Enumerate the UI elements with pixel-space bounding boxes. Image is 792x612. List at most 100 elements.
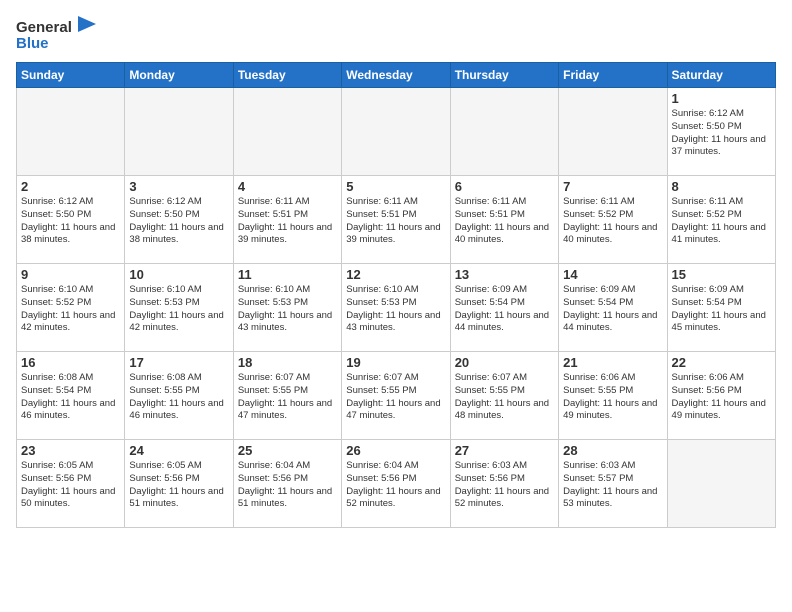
calendar-cell: 15Sunrise: 6:09 AM Sunset: 5:54 PM Dayli…	[667, 264, 775, 352]
day-number: 17	[129, 355, 228, 370]
calendar-cell: 5 Sunrise: 6:11 AM Sunset: 5:51 PM Daylig…	[342, 176, 450, 264]
day-info: Sunrise: 6:08 AM Sunset: 5:54 PM Dayligh…	[21, 372, 120, 423]
calendar-cell: 2 Sunrise: 6:12 AM Sunset: 5:50 PM Daylig…	[17, 176, 125, 264]
calendar-cell	[125, 88, 233, 176]
calendar-week-2: 2 Sunrise: 6:12 AM Sunset: 5:50 PM Daylig…	[17, 176, 776, 264]
calendar-table: SundayMondayTuesdayWednesdayThursdayFrid…	[16, 62, 776, 528]
calendar-cell: 12Sunrise: 6:10 AM Sunset: 5:53 PM Dayli…	[342, 264, 450, 352]
day-number: 20	[455, 355, 554, 370]
day-number: 12	[346, 267, 445, 282]
calendar-cell: 26 Sunrise: 6:04 AM Sunset: 5:56 PM Dayli…	[342, 440, 450, 528]
day-number: 1	[672, 91, 771, 106]
day-info: Sunrise: 6:04 AM Sunset: 5:56 PM Dayligh…	[238, 460, 337, 511]
day-number: 11	[238, 267, 337, 282]
day-info: Sunrise: 6:11 AM Sunset: 5:51 PM Dayligh…	[346, 196, 445, 247]
calendar-cell: 9 Sunrise: 6:10 AM Sunset: 5:52 PM Daylig…	[17, 264, 125, 352]
day-number: 10	[129, 267, 228, 282]
day-info: Sunrise: 6:12 AM Sunset: 5:50 PM Dayligh…	[672, 108, 771, 159]
calendar-cell	[559, 88, 667, 176]
day-number: 18	[238, 355, 337, 370]
day-number: 23	[21, 443, 120, 458]
day-info: Sunrise: 6:05 AM Sunset: 5:56 PM Dayligh…	[129, 460, 228, 511]
calendar-body: 1 Sunrise: 6:12 AM Sunset: 5:50 PM Daylig…	[17, 88, 776, 528]
calendar-cell	[342, 88, 450, 176]
weekday-header-thursday: Thursday	[450, 63, 558, 88]
calendar-cell: 27Sunrise: 6:03 AM Sunset: 5:56 PM Dayli…	[450, 440, 558, 528]
day-number: 14	[563, 267, 662, 282]
page-header: GeneralBlue	[16, 16, 776, 54]
calendar-cell: 17 Sunrise: 6:08 AM Sunset: 5:55 PM Dayli…	[125, 352, 233, 440]
day-info: Sunrise: 6:10 AM Sunset: 5:53 PM Dayligh…	[129, 284, 228, 335]
day-info: Sunrise: 6:07 AM Sunset: 5:55 PM Dayligh…	[455, 372, 554, 423]
day-number: 3	[129, 179, 228, 194]
day-info: Sunrise: 6:07 AM Sunset: 5:55 PM Dayligh…	[238, 372, 337, 423]
calendar-cell: 11 Sunrise: 6:10 AM Sunset: 5:53 PM Dayli…	[233, 264, 341, 352]
weekday-header-saturday: Saturday	[667, 63, 775, 88]
day-number: 27	[455, 443, 554, 458]
svg-text:Blue: Blue	[16, 35, 49, 52]
day-info: Sunrise: 6:09 AM Sunset: 5:54 PM Dayligh…	[455, 284, 554, 335]
calendar-week-1: 1 Sunrise: 6:12 AM Sunset: 5:50 PM Daylig…	[17, 88, 776, 176]
day-info: Sunrise: 6:12 AM Sunset: 5:50 PM Dayligh…	[21, 196, 120, 247]
day-info: Sunrise: 6:05 AM Sunset: 5:56 PM Dayligh…	[21, 460, 120, 511]
calendar-cell: 28 Sunrise: 6:03 AM Sunset: 5:57 PM Dayli…	[559, 440, 667, 528]
calendar-cell: 3 Sunrise: 6:12 AM Sunset: 5:50 PM Daylig…	[125, 176, 233, 264]
day-number: 5	[346, 179, 445, 194]
day-info: Sunrise: 6:11 AM Sunset: 5:51 PM Dayligh…	[455, 196, 554, 247]
day-info: Sunrise: 6:11 AM Sunset: 5:52 PM Dayligh…	[672, 196, 771, 247]
calendar-cell: 20 Sunrise: 6:07 AM Sunset: 5:55 PM Dayli…	[450, 352, 558, 440]
day-info: Sunrise: 6:12 AM Sunset: 5:50 PM Dayligh…	[129, 196, 228, 247]
svg-text:General: General	[16, 19, 72, 36]
calendar-week-4: 16 Sunrise: 6:08 AM Sunset: 5:54 PM Dayli…	[17, 352, 776, 440]
day-number: 8	[672, 179, 771, 194]
calendar-cell: 10 Sunrise: 6:10 AM Sunset: 5:53 PM Dayli…	[125, 264, 233, 352]
calendar-cell: 19 Sunrise: 6:07 AM Sunset: 5:55 PM Dayli…	[342, 352, 450, 440]
day-number: 6	[455, 179, 554, 194]
day-number: 19	[346, 355, 445, 370]
day-info: Sunrise: 6:11 AM Sunset: 5:51 PM Dayligh…	[238, 196, 337, 247]
calendar-cell: 18 Sunrise: 6:07 AM Sunset: 5:55 PM Dayli…	[233, 352, 341, 440]
day-number: 22	[672, 355, 771, 370]
day-number: 9	[21, 267, 120, 282]
day-number: 7	[563, 179, 662, 194]
day-info: Sunrise: 6:04 AM Sunset: 5:56 PM Dayligh…	[346, 460, 445, 511]
day-info: Sunrise: 6:11 AM Sunset: 5:52 PM Dayligh…	[563, 196, 662, 247]
calendar-week-5: 23 Sunrise: 6:05 AM Sunset: 5:56 PM Dayli…	[17, 440, 776, 528]
day-number: 28	[563, 443, 662, 458]
calendar-cell: 25Sunrise: 6:04 AM Sunset: 5:56 PM Dayli…	[233, 440, 341, 528]
weekday-header-row: SundayMondayTuesdayWednesdayThursdayFrid…	[17, 63, 776, 88]
weekday-header-wednesday: Wednesday	[342, 63, 450, 88]
weekday-header-friday: Friday	[559, 63, 667, 88]
calendar-week-3: 9 Sunrise: 6:10 AM Sunset: 5:52 PM Daylig…	[17, 264, 776, 352]
calendar-cell: 21 Sunrise: 6:06 AM Sunset: 5:55 PM Dayli…	[559, 352, 667, 440]
day-info: Sunrise: 6:06 AM Sunset: 5:55 PM Dayligh…	[563, 372, 662, 423]
day-info: Sunrise: 6:03 AM Sunset: 5:57 PM Dayligh…	[563, 460, 662, 511]
day-number: 13	[455, 267, 554, 282]
weekday-header-monday: Monday	[125, 63, 233, 88]
weekday-header-tuesday: Tuesday	[233, 63, 341, 88]
calendar-cell	[17, 88, 125, 176]
weekday-header-sunday: Sunday	[17, 63, 125, 88]
logo: GeneralBlue	[16, 16, 96, 54]
calendar-cell: 6 Sunrise: 6:11 AM Sunset: 5:51 PM Daylig…	[450, 176, 558, 264]
calendar-cell: 7 Sunrise: 6:11 AM Sunset: 5:52 PM Daylig…	[559, 176, 667, 264]
day-number: 15	[672, 267, 771, 282]
calendar-cell: 16 Sunrise: 6:08 AM Sunset: 5:54 PM Dayli…	[17, 352, 125, 440]
day-number: 21	[563, 355, 662, 370]
day-info: Sunrise: 6:06 AM Sunset: 5:56 PM Dayligh…	[672, 372, 771, 423]
day-number: 24	[129, 443, 228, 458]
day-number: 4	[238, 179, 337, 194]
day-info: Sunrise: 6:10 AM Sunset: 5:52 PM Dayligh…	[21, 284, 120, 335]
calendar-cell: 13 Sunrise: 6:09 AM Sunset: 5:54 PM Dayli…	[450, 264, 558, 352]
day-number: 16	[21, 355, 120, 370]
calendar-cell: 4 Sunrise: 6:11 AM Sunset: 5:51 PM Daylig…	[233, 176, 341, 264]
calendar-cell	[450, 88, 558, 176]
calendar-cell: 23 Sunrise: 6:05 AM Sunset: 5:56 PM Dayli…	[17, 440, 125, 528]
day-info: Sunrise: 6:07 AM Sunset: 5:55 PM Dayligh…	[346, 372, 445, 423]
day-info: Sunrise: 6:10 AM Sunset: 5:53 PM Dayligh…	[238, 284, 337, 335]
day-info: Sunrise: 6:08 AM Sunset: 5:55 PM Dayligh…	[129, 372, 228, 423]
day-number: 26	[346, 443, 445, 458]
calendar-cell	[233, 88, 341, 176]
day-number: 2	[21, 179, 120, 194]
calendar-cell: 14Sunrise: 6:09 AM Sunset: 5:54 PM Dayli…	[559, 264, 667, 352]
